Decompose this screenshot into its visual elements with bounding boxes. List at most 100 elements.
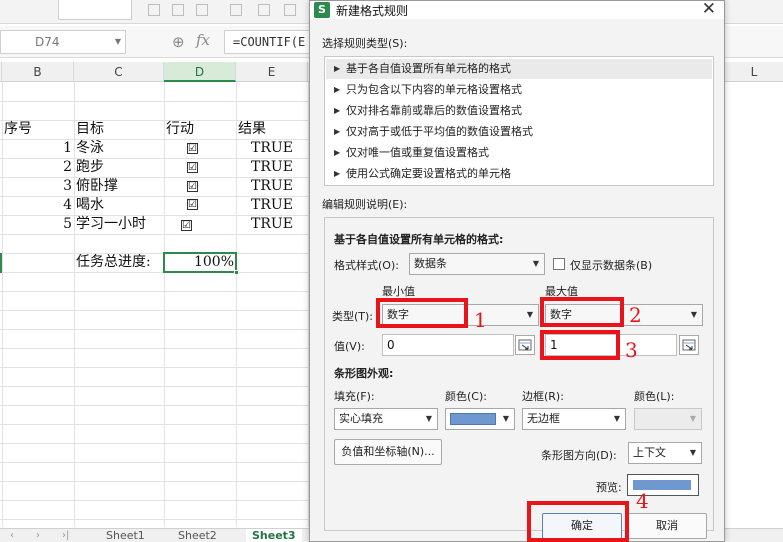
checkbox-checked-icon[interactable]: ☑ xyxy=(187,181,198,192)
result-cell[interactable]: TRUE xyxy=(236,196,308,215)
border-color-label: 颜色(L): xyxy=(634,390,675,403)
rule-type-list[interactable]: ▶ 基于各自值设置所有单元格的格式 ▶ 只为包含以下内容的单元格设置格式 ▶ 仅… xyxy=(324,56,714,186)
result-cell[interactable]: TRUE xyxy=(236,215,308,234)
name-box-value: D74 xyxy=(35,35,60,49)
sheet-nav-prev-icon[interactable]: › xyxy=(36,529,40,542)
chevron-down-icon: ▼ xyxy=(689,414,696,423)
column-header-e[interactable]: E xyxy=(236,62,308,82)
search-zoom-icon[interactable]: ⊕ xyxy=(172,33,185,51)
chevron-down-icon: ▼ xyxy=(532,259,539,268)
goal-cell[interactable]: 喝水 xyxy=(76,196,104,215)
seq-cell[interactable]: 4 xyxy=(2,196,72,215)
border-select[interactable]: 无边框 ▼ xyxy=(522,408,626,430)
chevron-down-icon: ▼ xyxy=(613,414,620,423)
sheet-tab[interactable]: Sheet2 xyxy=(172,529,223,542)
annotation-box-3 xyxy=(540,330,620,360)
close-icon[interactable]: ✕ xyxy=(702,0,716,19)
annotation-number-4: 4 xyxy=(636,489,649,513)
negative-axis-button[interactable]: 负值和坐标轴(N)... xyxy=(334,439,442,465)
rule-type-item[interactable]: ▶ 只为包含以下内容的单元格设置格式 xyxy=(326,80,712,100)
chevron-down-icon[interactable]: ▼ xyxy=(115,31,121,53)
fill-select[interactable]: 实心填充 ▼ xyxy=(334,408,438,430)
cancel-button[interactable]: 取消 xyxy=(627,513,707,539)
sheet-tab[interactable]: Sheet1 xyxy=(100,529,151,542)
sheet-tab-active[interactable]: Sheet3 xyxy=(246,529,302,542)
fill-handle[interactable] xyxy=(234,270,239,275)
progress-value[interactable]: 100% xyxy=(164,253,234,272)
goal-cell[interactable]: 跑步 xyxy=(76,158,104,177)
header-action[interactable]: 行动 xyxy=(166,120,194,139)
toolbar-icon[interactable] xyxy=(284,4,296,16)
column-header-c[interactable]: C xyxy=(74,62,164,82)
header-seq[interactable]: 序号 xyxy=(4,120,32,139)
font-combo[interactable] xyxy=(58,0,132,20)
rule-type-item[interactable]: ▶ 仅对高于或低于平均值的数值设置格式 xyxy=(326,122,712,142)
fx-icon[interactable]: fx xyxy=(196,31,210,49)
checkbox-checked-icon[interactable]: ☑ xyxy=(187,162,198,173)
edit-description-label: 编辑规则说明(E): xyxy=(322,198,408,211)
dialog-title: 新建格式规则 xyxy=(336,4,409,18)
sheet-nav-first-icon[interactable]: ‹ xyxy=(10,529,14,542)
name-box[interactable]: D74 ▼ xyxy=(0,30,126,54)
min-value-input[interactable]: 0 xyxy=(382,334,514,356)
header-goal[interactable]: 目标 xyxy=(76,120,104,139)
checkbox-checked-icon[interactable]: ☑ xyxy=(181,220,192,231)
rule-type-label: 仅对唯一值或重复值设置格式 xyxy=(346,146,489,159)
seq-cell[interactable]: 1 xyxy=(2,139,72,158)
goal-cell[interactable]: 冬泳 xyxy=(76,139,104,158)
format-style-select[interactable]: 数据条 ▼ xyxy=(409,253,545,275)
toolbar-icon[interactable] xyxy=(230,4,242,16)
toolbar-icon[interactable] xyxy=(196,4,208,16)
checkbox-checked-icon[interactable]: ☑ xyxy=(187,199,198,210)
chevron-down-icon: ▼ xyxy=(502,414,509,423)
chevron-down-icon: ▼ xyxy=(526,310,533,319)
border-value: 无边框 xyxy=(527,412,560,425)
seq-cell[interactable]: 2 xyxy=(2,158,72,177)
result-cell[interactable]: TRUE xyxy=(236,139,308,158)
bar-direction-value: 上下文 xyxy=(633,446,666,459)
column-header-l[interactable]: L xyxy=(725,62,783,82)
rule-type-item[interactable]: ▶ 使用公式确定要设置格式的单元格 xyxy=(326,164,712,184)
rule-type-item[interactable]: ▶ 仅对唯一值或重复值设置格式 xyxy=(326,143,712,163)
toolbar-icon[interactable] xyxy=(258,4,270,16)
range-picker-icon[interactable] xyxy=(679,335,699,355)
chevron-down-icon: ▼ xyxy=(425,414,432,423)
dialog-titlebar[interactable]: S 新建格式规则 ✕ xyxy=(310,0,724,19)
result-cell[interactable]: TRUE xyxy=(236,177,308,196)
min-header: 最小值 xyxy=(382,285,415,298)
rule-type-label: 只为包含以下内容的单元格设置格式 xyxy=(346,83,522,96)
rule-type-item[interactable]: ▶ 基于各自值设置所有单元格的格式 xyxy=(326,59,712,79)
goal-cell[interactable]: 学习一小时 xyxy=(76,215,146,234)
triangle-right-icon: ▶ xyxy=(334,106,341,115)
progress-label[interactable]: 任务总进度: xyxy=(76,253,151,272)
show-bar-only-checkbox[interactable] xyxy=(553,258,565,270)
sheet-nav-last-icon[interactable]: ›| xyxy=(62,529,69,542)
chevron-down-icon: ▼ xyxy=(689,448,696,457)
bar-direction-select[interactable]: 上下文 ▼ xyxy=(628,442,702,464)
fill-color-select[interactable]: ▼ xyxy=(445,408,515,430)
column-header-d[interactable]: D xyxy=(164,62,236,82)
result-cell[interactable]: TRUE xyxy=(236,158,308,177)
triangle-right-icon: ▶ xyxy=(334,85,341,94)
header-result[interactable]: 结果 xyxy=(238,120,266,139)
seq-cell[interactable]: 5 xyxy=(2,215,72,234)
type-label: 类型(T): xyxy=(332,310,374,323)
goal-cell[interactable]: 俯卧撑 xyxy=(76,177,118,196)
new-format-rule-dialog: S 新建格式规则 ✕ 选择规则类型(S): ▶ 基于各自值设置所有单元格的格式 … xyxy=(309,0,725,542)
column-header-b[interactable]: B xyxy=(2,62,74,82)
triangle-right-icon: ▶ xyxy=(334,127,341,136)
toolbar-icon[interactable] xyxy=(172,4,184,16)
rule-type-item[interactable]: ▶ 仅对排名靠前或靠后的数值设置格式 xyxy=(326,101,712,121)
cell-grid[interactable]: 序号 目标 行动 结果 1 冬泳 ☑ TRUE 2 跑步 ☑ TRUE 3 俯卧… xyxy=(0,82,310,527)
rule-type-label: 基于各自值设置所有单元格的格式 xyxy=(346,62,511,75)
formula-input[interactable]: =COUNTIF(E xyxy=(224,30,314,54)
bar-direction-label: 条形图方向(D): xyxy=(541,449,617,462)
preview-label: 预览: xyxy=(596,481,622,494)
fill-label: 填充(F): xyxy=(334,390,375,403)
seq-cell[interactable]: 3 xyxy=(2,177,72,196)
rule-type-label: 使用公式确定要设置格式的单元格 xyxy=(346,167,511,180)
toolbar-icon[interactable] xyxy=(148,4,160,16)
range-picker-icon[interactable] xyxy=(515,335,535,355)
checkbox-checked-icon[interactable]: ☑ xyxy=(187,143,198,154)
app-icon: S xyxy=(314,2,330,18)
